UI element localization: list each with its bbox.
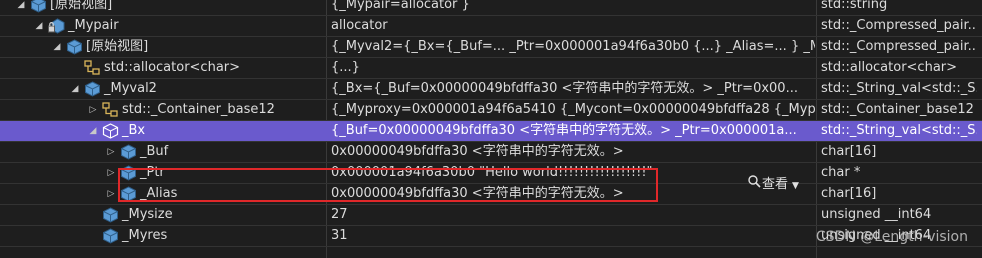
watch-row[interactable]: _Mysize 27 unsigned __int64 bbox=[0, 205, 982, 226]
watch-row[interactable]: ◢ _Mypair allocator std::_Compressed_pair..… bbox=[0, 16, 982, 37]
collapse-arrow-icon[interactable]: ◢ bbox=[33, 16, 45, 36]
variable-name: _Buf bbox=[140, 144, 169, 159]
name-cell: std::allocator<char> bbox=[0, 58, 322, 78]
collapse-arrow-icon[interactable]: ◢ bbox=[51, 37, 63, 57]
locked-cube-icon bbox=[48, 18, 65, 34]
expand-arrow-icon[interactable]: ▷ bbox=[105, 163, 117, 183]
magnifier-icon bbox=[748, 175, 762, 195]
value-cell[interactable]: 27 bbox=[331, 205, 815, 225]
watch-row[interactable]: ◢ _Myval2 {_Bx={_Buf=0x00000049bfdffa30 <字… bbox=[0, 79, 982, 100]
class-icon bbox=[84, 60, 101, 76]
watch-row[interactable]: ◢ _Bx {_Buf=0x00000049bfdffa30 <字符串中的字符无效。… bbox=[0, 121, 982, 142]
name-cell: ▷ _Buf bbox=[0, 142, 322, 162]
collapse-arrow-icon[interactable]: ◢ bbox=[69, 79, 81, 99]
collapse-arrow-icon[interactable]: ◢ bbox=[15, 0, 27, 15]
value-cell[interactable]: 0x00000049bfdffa30 <字符串中的字符无效。> bbox=[331, 142, 815, 162]
view-button[interactable]: 查看 ▼ bbox=[748, 175, 799, 195]
annotation-highlight-box bbox=[118, 168, 658, 202]
variable-name: [原始视图] bbox=[86, 39, 149, 54]
type-cell: char[16] bbox=[821, 144, 877, 159]
class-icon bbox=[102, 102, 119, 118]
type-cell: std::_Compressed_pair... bbox=[821, 18, 977, 33]
value-cell[interactable]: {_Buf=0x00000049bfdffa30 <字符串中的字符无效。> _P… bbox=[331, 121, 815, 141]
variable-name: std::_Container_base12 bbox=[122, 102, 275, 117]
type-cell: unsigned __int64 bbox=[821, 207, 932, 222]
type-cell: char * bbox=[821, 165, 861, 180]
variable-name: [原始视图] bbox=[50, 0, 113, 12]
cube-icon bbox=[102, 228, 119, 244]
name-cell: ◢ _Mypair bbox=[0, 16, 322, 36]
watermark: CSDN @Length-vision bbox=[815, 229, 968, 245]
variable-name: _Mypair bbox=[68, 18, 119, 33]
variable-name: _Myval2 bbox=[104, 81, 157, 96]
cube-icon bbox=[120, 144, 137, 160]
value-cell[interactable]: {_Bx={_Buf=0x00000049bfdffa30 <字符串中的字符无效… bbox=[331, 79, 815, 99]
watch-row[interactable]: ◢ [原始视图] {_Mypair=allocator } std::string bbox=[0, 0, 982, 16]
union-icon bbox=[102, 123, 119, 139]
value-cell[interactable]: {_Myproxy=0x000001a94f6a5410 {_Mycont=0x… bbox=[331, 100, 815, 120]
value-cell[interactable]: {_Mypair=allocator } bbox=[331, 0, 815, 15]
expand-arrow-icon[interactable]: ▷ bbox=[105, 142, 117, 162]
watch-row[interactable]: std::allocator<char> {...} std::allocator<… bbox=[0, 58, 982, 79]
expand-arrow-icon[interactable]: ▷ bbox=[87, 100, 99, 120]
variable-name: std::allocator<char> bbox=[104, 60, 241, 75]
name-cell: ▷ std::_Container_base12 bbox=[0, 100, 322, 120]
watch-row[interactable]: ▷ std::_Container_base12 {_Myproxy=0x00000… bbox=[0, 100, 982, 121]
watch-row[interactable]: ◢ [原始视图] {_Myval2={_Bx={_Buf=... _Ptr=0x00… bbox=[0, 37, 982, 58]
variable-name: _Bx bbox=[122, 123, 146, 138]
watch-grid: ◢ [原始视图] {_Mypair=allocator } std::string ◢ _… bbox=[0, 0, 982, 258]
variable-name: _Myres bbox=[122, 228, 168, 243]
name-cell: ◢ [原始视图] bbox=[0, 37, 322, 57]
cube-icon bbox=[84, 81, 101, 97]
name-cell: _Myres bbox=[0, 226, 322, 246]
value-cell[interactable]: {_Myval2={_Bx={_Buf=... _Ptr=0x000001a94… bbox=[331, 37, 815, 57]
type-cell: std::_String_val<std::_S... bbox=[821, 81, 977, 96]
type-cell: std::_Compressed_pair... bbox=[821, 39, 977, 54]
variable-name: _Mysize bbox=[122, 207, 173, 222]
watch-row[interactable]: ▷ _Buf 0x00000049bfdffa30 <字符串中的字符无效。> char… bbox=[0, 142, 982, 163]
name-cell: ◢ [原始视图] bbox=[0, 0, 322, 15]
name-cell: _Mysize bbox=[0, 205, 322, 225]
collapse-arrow-icon[interactable]: ◢ bbox=[87, 121, 99, 141]
name-cell: ◢ _Myval2 bbox=[0, 79, 322, 99]
cube-icon bbox=[30, 0, 47, 13]
value-cell[interactable]: 31 bbox=[331, 226, 815, 246]
type-cell: std::string bbox=[821, 0, 888, 12]
expand-arrow-icon[interactable]: ▷ bbox=[105, 184, 117, 204]
name-cell: ◢ _Bx bbox=[0, 121, 322, 141]
type-cell: std::_Container_base12 bbox=[821, 102, 974, 117]
chevron-down-icon[interactable]: ▼ bbox=[792, 181, 799, 191]
value-cell[interactable]: {...} bbox=[331, 58, 815, 78]
type-cell: char[16] bbox=[821, 186, 877, 201]
type-cell: std::allocator<char> bbox=[821, 60, 958, 75]
cube-icon bbox=[102, 207, 119, 223]
value-cell[interactable]: allocator bbox=[331, 16, 815, 36]
view-button-label: 查看 bbox=[762, 177, 789, 192]
cube-icon bbox=[66, 39, 83, 55]
type-cell: std::_String_val<std::_S... bbox=[821, 123, 977, 138]
